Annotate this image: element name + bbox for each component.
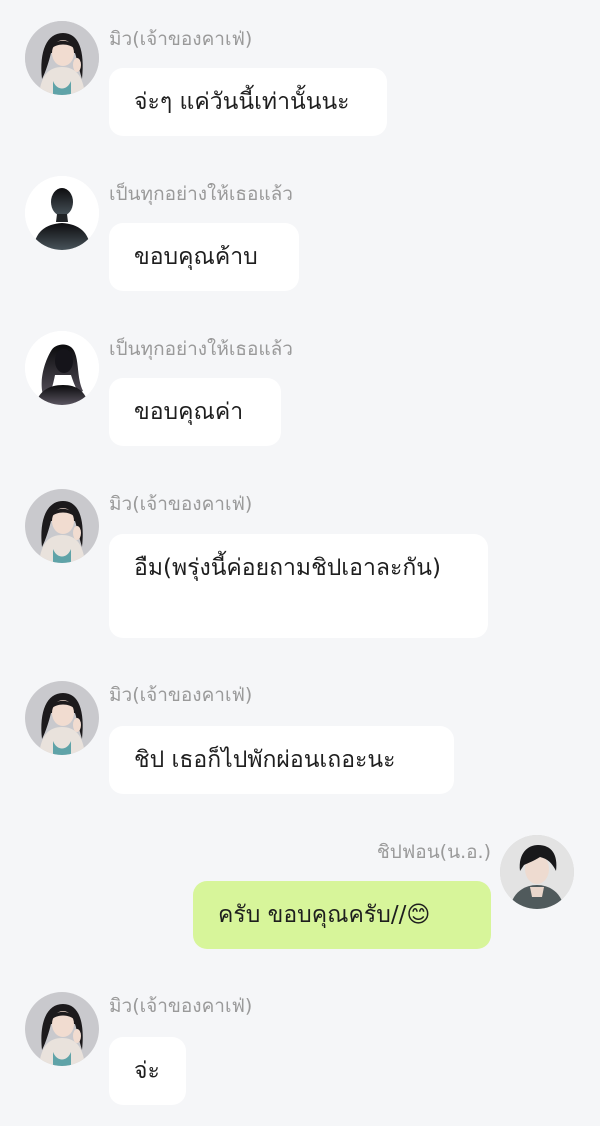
sender-name: มิว(เจ้าของคาเฟ่) xyxy=(109,28,253,50)
girl-avatar-icon[interactable] xyxy=(25,992,99,1066)
female-silhouette-avatar-icon[interactable] xyxy=(25,331,99,405)
sender-name: มิว(เจ้าของคาเฟ่) xyxy=(109,684,253,706)
sender-name: ชิปฟอน(น.อ.) xyxy=(376,841,491,863)
message-bubble[interactable]: อืม(พรุ่งนี้ค่อยถามชิปเอาละกัน) xyxy=(109,534,488,638)
girl-avatar-icon[interactable] xyxy=(25,681,99,755)
sender-name: มิว(เจ้าของคาเฟ่) xyxy=(109,995,253,1017)
message-bubble-outgoing[interactable]: ครับ ขอบคุณครับ//😊 xyxy=(193,881,491,949)
sender-name: เป็นทุกอย่างให้เธอแล้ว xyxy=(109,183,293,205)
message-bubble[interactable]: ขอบคุณค้าบ xyxy=(109,223,299,291)
sender-name: มิว(เจ้าของคาเฟ่) xyxy=(109,493,253,515)
message-bubble[interactable]: ขอบคุณค่า xyxy=(109,378,281,446)
message-bubble[interactable]: ชิป เธอก็ไปพักผ่อนเถอะนะ xyxy=(109,726,454,794)
message-bubble[interactable]: จ่ะๆ แค่วันนี้เท่านั้นนะ xyxy=(109,68,387,136)
sender-name: เป็นทุกอย่างให้เธอแล้ว xyxy=(109,338,293,360)
girl-avatar-icon[interactable] xyxy=(25,21,99,95)
boy-avatar-icon[interactable] xyxy=(500,835,574,909)
girl-avatar-icon[interactable] xyxy=(25,489,99,563)
male-silhouette-avatar-icon[interactable] xyxy=(25,176,99,250)
message-bubble[interactable]: จ่ะ xyxy=(109,1037,186,1105)
